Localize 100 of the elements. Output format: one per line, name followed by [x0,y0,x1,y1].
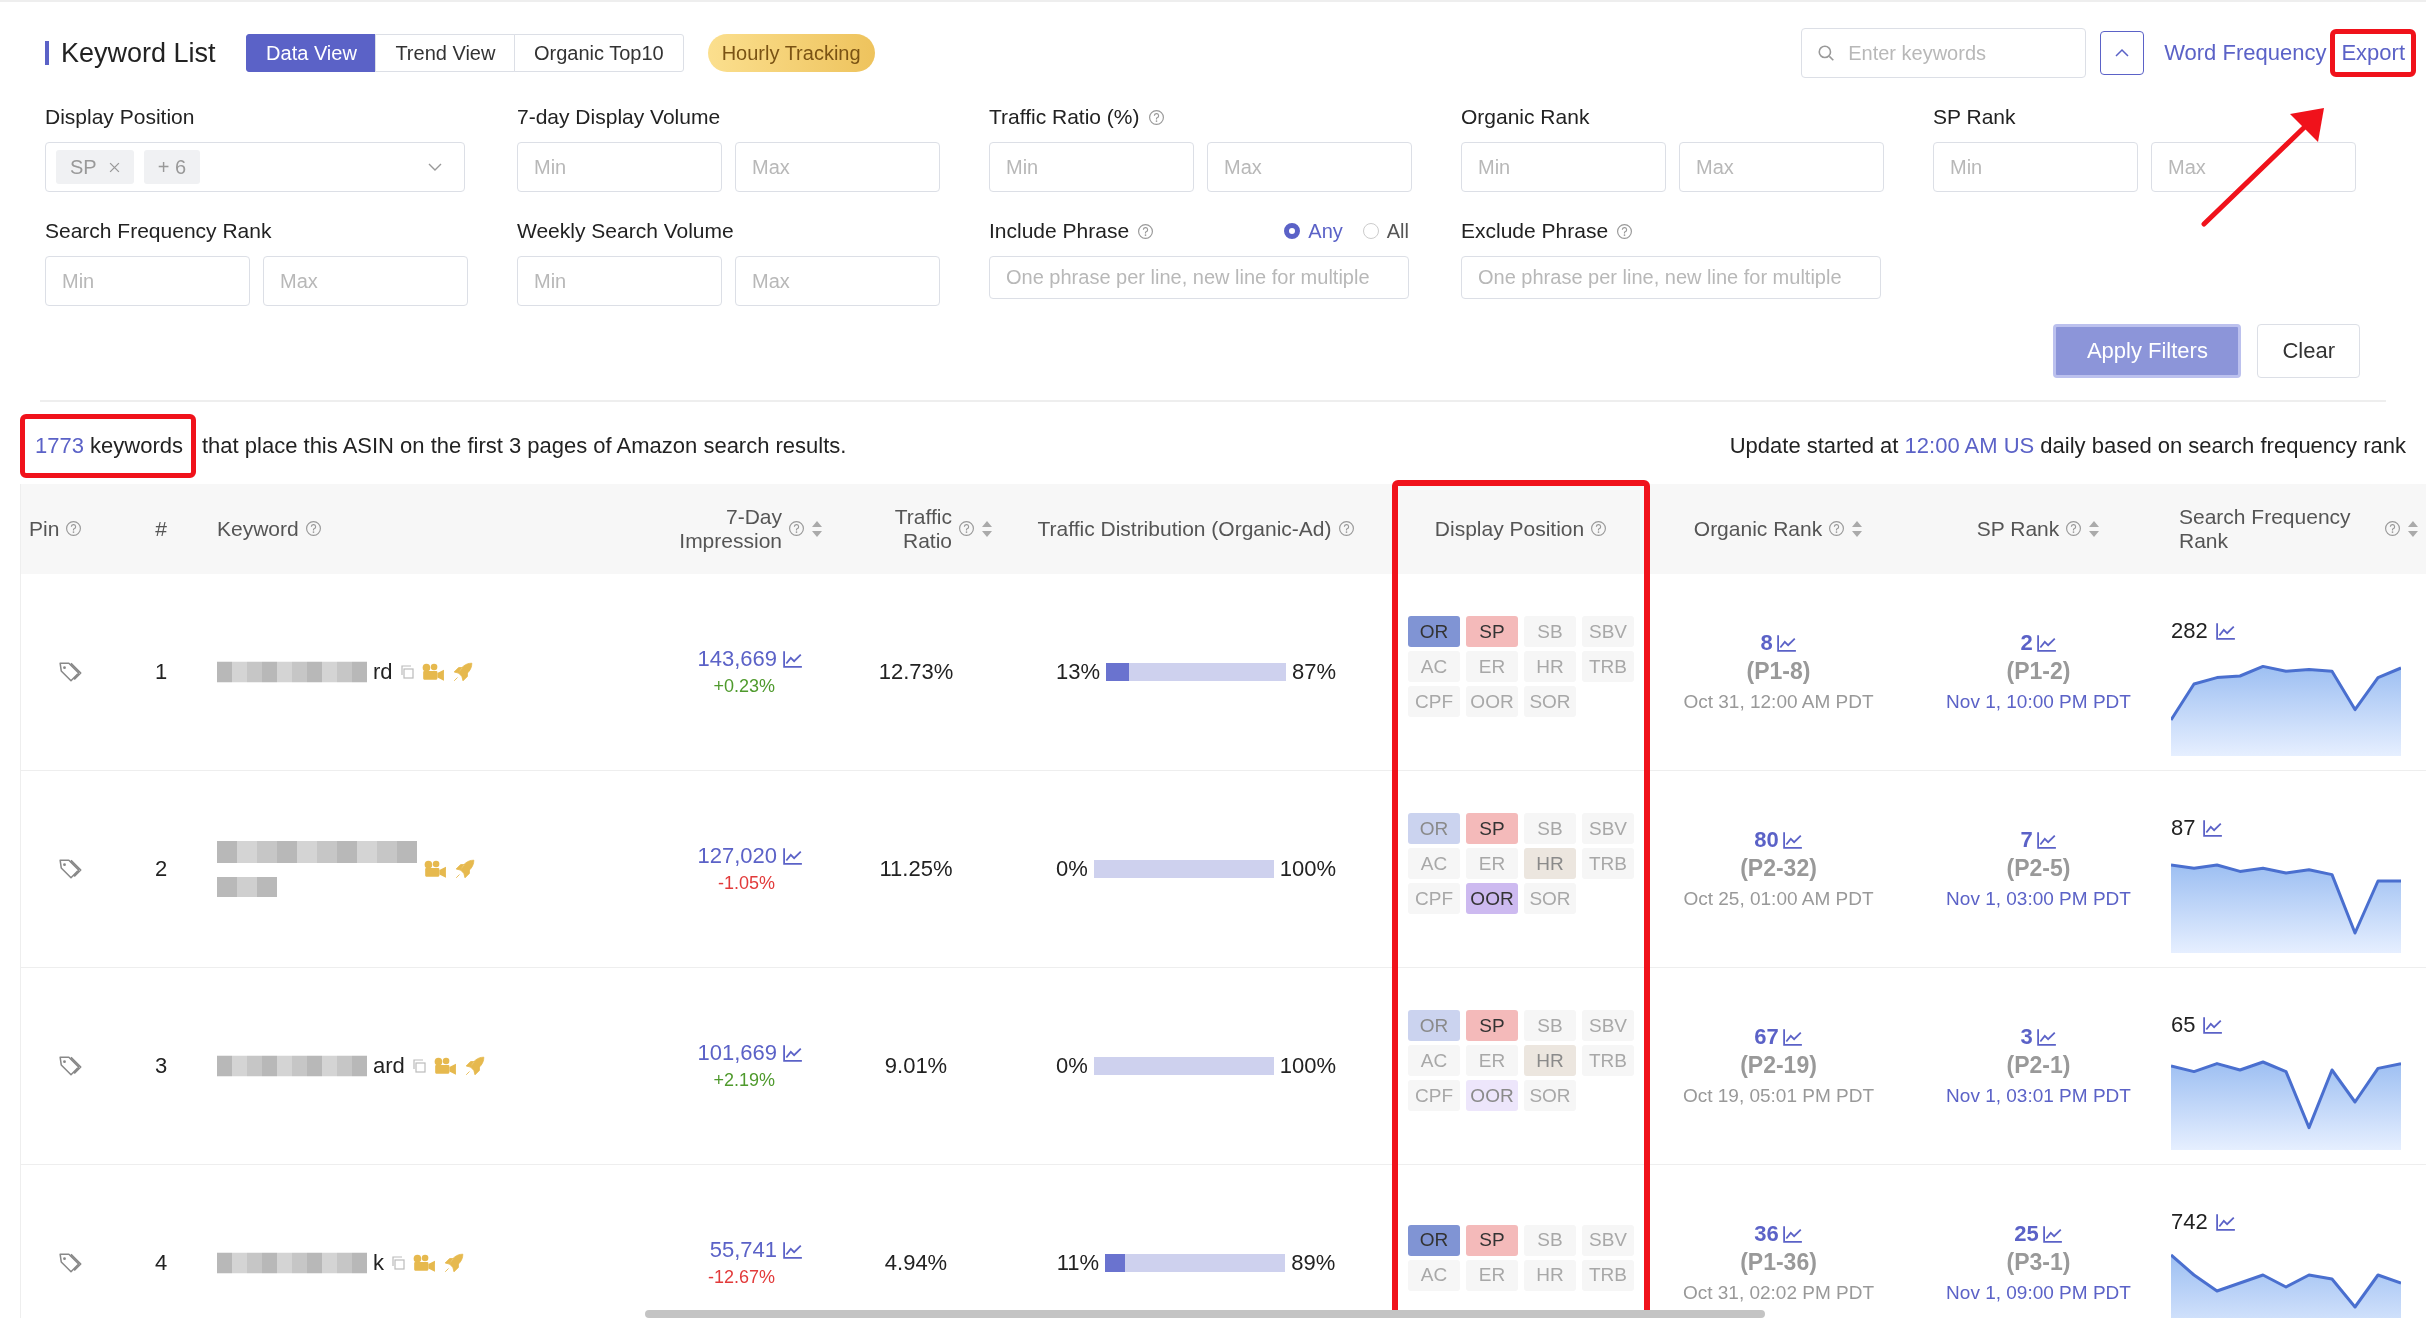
help-icon[interactable] [1616,222,1634,240]
copy-icon[interactable] [410,1057,427,1074]
scrollbar[interactable] [645,1310,1765,1318]
min-field[interactable]: Min [1933,142,2138,192]
rocket-icon [453,857,477,880]
sort-icon[interactable] [1851,519,1864,538]
view-tab[interactable]: Trend View [375,34,516,72]
tag-icon[interactable] [58,660,84,683]
column-header: Traffic Distribution (Organic-Ad) [1037,516,1332,541]
help-icon[interactable] [1828,520,1846,537]
line-chart-icon[interactable] [783,847,803,865]
rank-time[interactable]: Nov 1, 10:00 PM PDT [1946,691,2131,713]
collapse-button[interactable] [2100,31,2145,75]
organic-rank[interactable]: 67 [1754,1024,1779,1050]
keyword-text: rd [373,658,393,685]
impression-value[interactable]: 55,741 [709,1237,777,1263]
apply-filters-button[interactable]: Apply Filters [2053,324,2242,378]
copy-icon[interactable] [398,663,415,680]
line-chart-icon[interactable] [783,650,803,668]
line-chart-icon[interactable] [2203,818,2224,837]
organic-rank[interactable]: 80 [1754,827,1779,853]
min-field[interactable]: Min [1461,142,1666,192]
tag-icon[interactable] [58,1054,84,1077]
sp-rank[interactable]: 3 [2020,1024,2033,1050]
phrase-field[interactable]: One phrase per line, new line for multiple [989,256,1409,299]
column-header: Pin [29,516,60,541]
line-chart-icon[interactable] [783,1044,803,1062]
max-field[interactable]: Max [2151,142,2356,192]
line-chart-icon[interactable] [1782,1028,1803,1046]
line-chart-icon[interactable] [2215,621,2236,640]
rank-time[interactable]: Nov 1, 03:01 PM PDT [1946,1085,2131,1107]
line-chart-icon[interactable] [2215,1212,2236,1231]
radio-option[interactable]: All [1362,219,1409,243]
close-icon[interactable] [108,161,120,173]
phrase-field[interactable]: One phrase per line, new line for multiple [1461,256,1881,299]
word-frequency-link[interactable]: Word Frequency [2164,40,2327,66]
help-icon[interactable] [1337,520,1355,537]
search-field[interactable]: Enter keywords [1801,28,2087,78]
max-field[interactable]: Max [735,142,940,192]
sp-rank[interactable]: 7 [2020,827,2033,853]
impression-value[interactable]: 127,020 [697,843,777,869]
line-chart-icon[interactable] [2036,634,2057,652]
line-chart-icon[interactable] [1776,634,1797,652]
help-icon[interactable] [2065,520,2083,537]
sort-icon[interactable] [2407,519,2419,538]
organic-rank[interactable]: 8 [1760,630,1773,656]
line-chart-icon[interactable] [1782,1225,1803,1243]
sort-icon[interactable] [811,519,823,538]
rank-time[interactable]: Nov 1, 09:00 PM PDT [1946,1282,2131,1304]
hourly-tracking-button[interactable]: Hourly Tracking [707,34,875,72]
max-field[interactable]: Max [1679,142,1884,192]
sort-icon[interactable] [981,519,993,538]
min-field[interactable]: Min [517,142,722,192]
filter-label: Weekly Search Volume [517,219,734,243]
position-tag: AC [1408,1045,1460,1076]
view-tab[interactable]: Organic Top10 [513,34,684,72]
line-chart-icon[interactable] [2036,831,2057,849]
radio-option[interactable]: Any [1284,219,1343,243]
help-icon[interactable] [304,520,322,537]
min-field[interactable]: Min [45,256,250,306]
min-field[interactable]: Min [517,256,722,306]
help-icon[interactable] [2384,520,2402,537]
rank-time: Oct 31, 02:02 PM PDT [1682,1282,1875,1304]
organic-rank[interactable]: 36 [1754,1221,1779,1247]
tag-icon[interactable] [58,857,84,880]
line-chart-icon[interactable] [1782,831,1803,849]
clear-button[interactable]: Clear [2257,324,2360,378]
line-chart-icon[interactable] [2036,1028,2057,1046]
help-icon[interactable] [1147,108,1165,126]
sp-rank[interactable]: 25 [2014,1221,2039,1247]
position-tag: SP [1466,813,1518,844]
help-icon[interactable] [1137,222,1155,240]
impression-value[interactable]: 143,669 [697,646,777,672]
row-number: 4 [154,1249,168,1276]
impression-value[interactable]: 101,669 [697,1040,777,1066]
max-field[interactable]: Max [735,256,940,306]
position-tag: SB [1524,616,1576,647]
copy-icon[interactable] [390,1254,406,1271]
max-field[interactable]: Max [1207,142,1412,192]
line-chart-icon[interactable] [2203,1015,2224,1034]
view-tab[interactable]: Data View [246,34,377,72]
help-icon[interactable] [65,520,83,537]
sp-rank[interactable]: 2 [2020,630,2033,656]
filter-label: Include Phrase [989,219,1130,243]
sort-icon[interactable] [2088,519,2101,538]
column-header: Traffic Ratio [894,505,952,552]
rank-page: (P3-1) [2006,1249,2071,1276]
tag-icon[interactable] [58,1251,84,1274]
max-field[interactable]: Max [263,256,468,306]
rank-time: Oct 19, 05:01 PM PDT [1682,1085,1875,1107]
help-icon[interactable] [1590,520,1608,537]
position-tag: AC [1408,848,1460,879]
help-icon[interactable] [788,520,805,537]
line-chart-icon[interactable] [783,1241,803,1259]
rank-time[interactable]: Nov 1, 03:00 PM PDT [1946,888,2131,910]
row-number: 1 [154,658,168,685]
help-icon[interactable] [958,520,975,537]
export-link[interactable]: Export [2341,40,2405,65]
line-chart-icon[interactable] [2042,1225,2063,1243]
min-field[interactable]: Min [989,142,1194,192]
